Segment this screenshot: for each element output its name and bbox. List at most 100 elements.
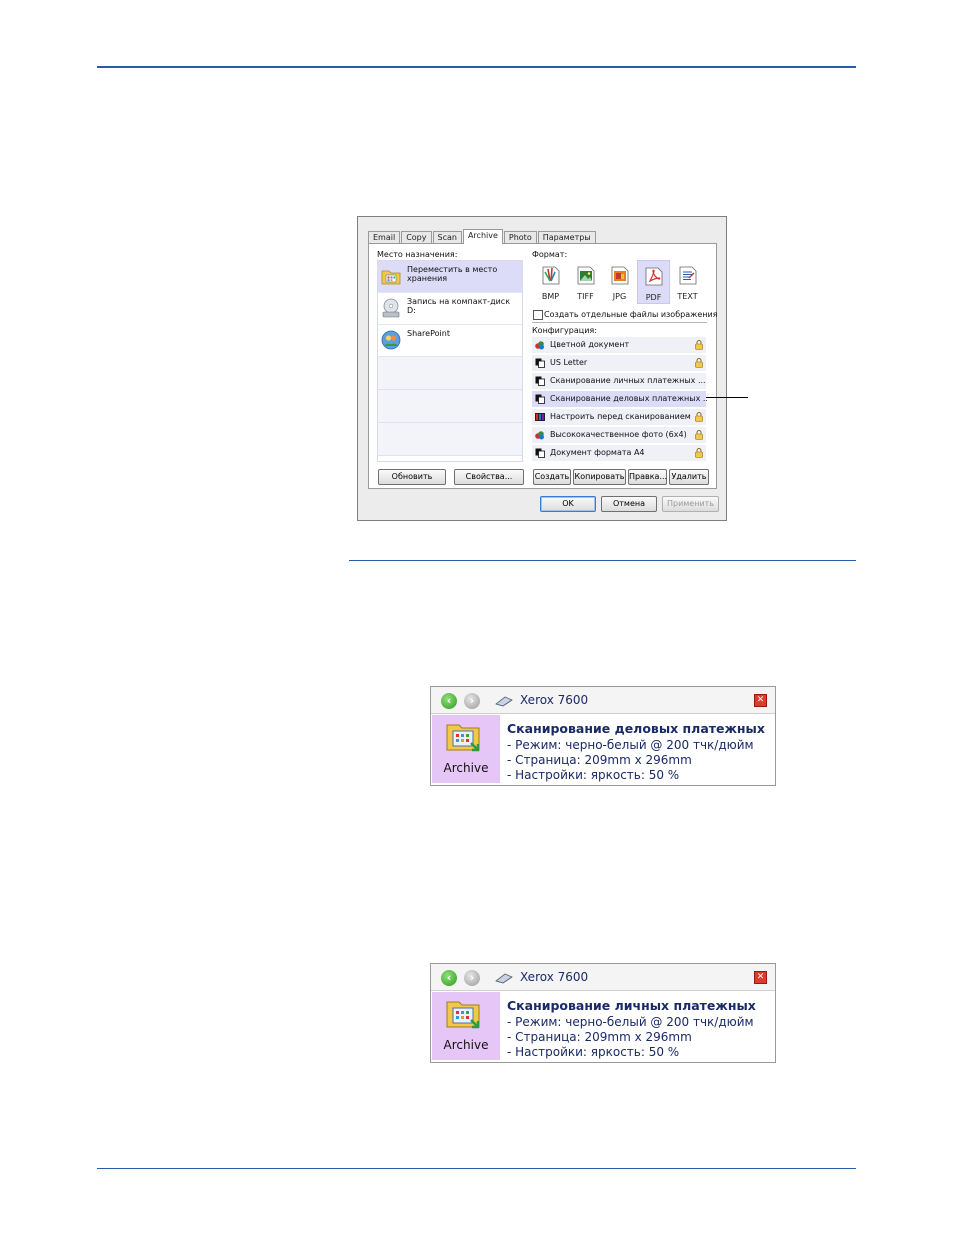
destination-empty-slot (378, 357, 522, 390)
archive-folder-icon (446, 724, 480, 752)
format-label-text: TEXT (677, 292, 698, 301)
lock-icon (695, 412, 703, 422)
destination-label-archive: Переместить в место хранения (407, 265, 498, 283)
bw-doc-icon (535, 394, 545, 404)
format-jpg[interactable]: JPG (603, 260, 636, 304)
copy-button[interactable]: Копировать (573, 469, 626, 485)
format-label-bmp: BMP (541, 292, 560, 301)
scan-progress-window: ‹ › Xerox 7600 ✕ Archive Сканирование ли… (430, 963, 776, 1063)
color-doc-icon (535, 431, 544, 440)
close-icon[interactable]: ✕ (754, 694, 767, 707)
scanner-icon (495, 973, 513, 984)
back-arrow-icon[interactable]: ‹ (441, 970, 457, 986)
bw-doc-icon (535, 358, 545, 368)
jpg-icon (611, 266, 628, 285)
format-label-jpg: JPG (612, 292, 627, 301)
page-size-line: - Страница: 209mm x 296mm (507, 753, 692, 767)
format-label-tiff: TIFF (577, 292, 594, 301)
divider (532, 322, 707, 323)
text-icon (679, 266, 696, 285)
device-name: Xerox 7600 (520, 693, 589, 707)
mode-line: - Режим: черно-белый @ 200 тчк/дюйм (507, 1015, 754, 1029)
pdf-icon (645, 267, 662, 286)
destination-list: Переместить в место хранения Запись на к… (377, 260, 523, 462)
archive-destination-panel: Archive (432, 992, 500, 1060)
format-label-pdf: PDF (645, 293, 662, 302)
section-rule (349, 560, 856, 561)
ok-button[interactable]: OK (540, 496, 596, 512)
config-item-a4-document[interactable]: Документ формата A4 (532, 445, 706, 461)
apply-button[interactable]: Применить (662, 496, 719, 512)
back-arrow-icon[interactable]: ‹ (441, 693, 457, 709)
configure-icon (535, 413, 545, 421)
bw-doc-icon (535, 376, 545, 386)
tiff-icon (577, 266, 594, 285)
config-item-us-letter[interactable]: US Letter (532, 355, 706, 371)
cancel-button[interactable]: Отмена (601, 496, 657, 512)
format-label: Формат: (532, 250, 568, 259)
destination-label-cd: Запись на компакт-диск D: (407, 297, 511, 315)
lock-icon (695, 340, 703, 350)
format-bmp[interactable]: BMP (534, 260, 567, 304)
destination-empty-slot (378, 390, 522, 423)
destination-label: Место назначения: (377, 250, 458, 259)
scanner-icon (495, 696, 513, 707)
config-label: Конфигурация: (532, 326, 597, 335)
destination-label-sharepoint: SharePoint (407, 329, 450, 338)
destination-item-cd[interactable]: Запись на компакт-диск D: (378, 293, 522, 325)
config-label-text: Настроить перед сканированием (550, 412, 691, 421)
tab-archive[interactable]: Archive (462, 229, 503, 244)
delete-button[interactable]: Удалить (669, 469, 709, 485)
footer-rule (97, 1168, 856, 1169)
close-icon[interactable]: ✕ (754, 971, 767, 984)
properties-dialog: Email Copy Scan Archive Photo Параметры … (357, 216, 727, 521)
page-size-line: - Страница: 209mm x 296mm (507, 1030, 692, 1044)
separate-files-checkbox[interactable] (533, 310, 543, 320)
format-pdf[interactable]: PDF (637, 260, 670, 304)
device-name: Xerox 7600 (520, 970, 589, 984)
config-label-text: Высококачественное фото (6x4) (550, 430, 687, 439)
forward-arrow-icon[interactable]: › (464, 693, 480, 709)
destination-name: Archive (443, 1038, 489, 1052)
destination-empty-slot (378, 423, 522, 456)
archive-panel: Место назначения: Переместить в место хр… (368, 243, 717, 489)
settings-line: - Настройки: яркость: 50 % (507, 768, 680, 782)
color-doc-icon (535, 341, 544, 350)
tab-bar: Email Copy Scan Archive Photo Параметры (368, 229, 597, 244)
lock-icon (695, 358, 703, 368)
config-item-business-payments[interactable]: Сканирование деловых платежных .. (532, 391, 708, 407)
edit-button[interactable]: Правка... (628, 469, 667, 485)
lock-icon (695, 448, 703, 458)
mode-line: - Режим: черно-белый @ 200 тчк/дюйм (507, 738, 754, 752)
progress-titlebar: ‹ › Xerox 7600 ✕ (431, 687, 775, 714)
bmp-icon (542, 266, 559, 285)
format-text[interactable]: TEXT (671, 260, 704, 304)
properties-button[interactable]: Свойства... (454, 469, 524, 485)
destination-item-sharepoint[interactable]: SharePoint (378, 325, 522, 357)
folder-archive-icon (381, 270, 401, 285)
sharepoint-icon (381, 330, 401, 350)
scan-progress-window: ‹ › Xerox 7600 ✕ Archive Сканирование де… (430, 686, 776, 786)
config-label-text: Цветной документ (550, 340, 630, 349)
config-label-text: Документ формата A4 (550, 448, 645, 457)
progress-titlebar: ‹ › Xerox 7600 ✕ (431, 964, 775, 991)
configuration-title: Сканирование деловых платежных (507, 721, 765, 736)
destination-item-archive[interactable]: Переместить в место хранения (378, 261, 522, 293)
settings-line: - Настройки: яркость: 50 % (507, 1045, 680, 1059)
archive-destination-panel: Archive (432, 715, 500, 783)
config-item-color-document[interactable]: Цветной документ (532, 337, 706, 353)
bw-doc-icon (535, 448, 545, 458)
create-button[interactable]: Создать (533, 469, 571, 485)
separate-files-label: Создать отдельные файлы изображения (544, 310, 718, 319)
format-tiff[interactable]: TIFF (569, 260, 602, 304)
refresh-button[interactable]: Обновить (378, 469, 446, 485)
config-item-hq-photo[interactable]: Высококачественное фото (6x4) (532, 427, 706, 443)
config-label-text: Сканирование личных платежных ... (550, 376, 706, 385)
config-label-text: US Letter (550, 358, 588, 367)
lock-icon (695, 430, 703, 440)
forward-arrow-icon[interactable]: › (464, 970, 480, 986)
cd-drive-icon (382, 298, 400, 318)
header-rule (97, 66, 856, 68)
config-item-configure-before-scan[interactable]: Настроить перед сканированием (532, 409, 706, 425)
config-item-personal-payments[interactable]: Сканирование личных платежных ... (532, 373, 706, 389)
